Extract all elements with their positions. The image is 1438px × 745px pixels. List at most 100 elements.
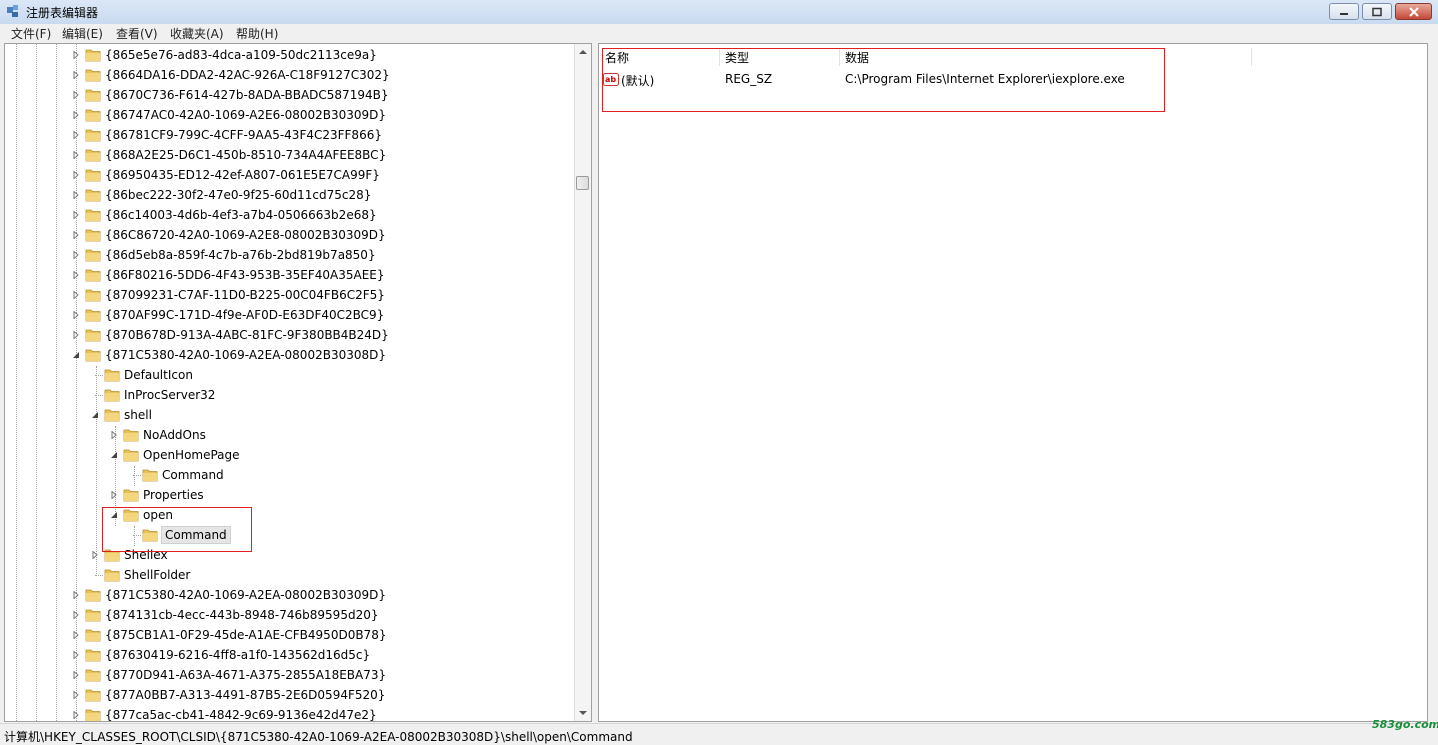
expand-arrow-icon[interactable] bbox=[72, 191, 80, 199]
menu-file[interactable]: 文件(F) bbox=[11, 25, 51, 42]
tree-node[interactable]: {87630419-6216-4ff8-a1f0-143562d16d5c} bbox=[5, 645, 575, 665]
collapse-arrow-icon[interactable] bbox=[91, 411, 99, 419]
tree-node[interactable]: {8664DA16-DDA2-42AC-926A-C18F9127C302} bbox=[5, 65, 575, 85]
tree-node[interactable]: {871C5380-42A0-1069-A2EA-08002B30309D} bbox=[5, 585, 575, 605]
tree-node-label[interactable]: {875CB1A1-0F29-45de-A1AE-CFB4950D0B78} bbox=[104, 628, 387, 642]
tree-node[interactable]: {874131cb-4ecc-443b-8948-746b89595d20} bbox=[5, 605, 575, 625]
collapse-arrow-icon[interactable] bbox=[110, 451, 118, 459]
tree-node-label[interactable]: {86C86720-42A0-1069-A2E8-08002B30309D} bbox=[104, 228, 387, 242]
tree-node-label[interactable]: {8670C736-F614-427b-8ADA-BBADC587194B} bbox=[104, 88, 389, 102]
tree-node[interactable]: shell bbox=[5, 405, 575, 425]
menu-edit[interactable]: 编辑(E) bbox=[62, 25, 103, 42]
tree-node[interactable]: Shellex bbox=[5, 545, 575, 565]
tree-node[interactable]: {86781CF9-799C-4CFF-9AA5-43F4C23FF866} bbox=[5, 125, 575, 145]
tree-node[interactable]: {868A2E25-D6C1-450b-8510-734A4AFEE8BC} bbox=[5, 145, 575, 165]
expand-arrow-icon[interactable] bbox=[110, 431, 118, 439]
expand-arrow-icon[interactable] bbox=[72, 611, 80, 619]
tree-node-label[interactable]: DefaultIcon bbox=[123, 368, 194, 382]
tree-scroll-thumb[interactable] bbox=[576, 176, 589, 190]
tree-node[interactable]: Command bbox=[5, 465, 575, 485]
column-header-name[interactable]: 名称 bbox=[605, 49, 629, 66]
tree-node-label[interactable]: OpenHomePage bbox=[142, 448, 241, 462]
tree-node[interactable]: {877ca5ac-cb41-4842-9c69-9136e42d47e2} bbox=[5, 705, 575, 721]
tree-node-label[interactable]: {8664DA16-DDA2-42AC-926A-C18F9127C302} bbox=[104, 68, 391, 82]
close-button[interactable] bbox=[1395, 3, 1432, 20]
expand-arrow-icon[interactable] bbox=[72, 51, 80, 59]
scroll-up-arrow-icon[interactable] bbox=[575, 44, 591, 60]
tree-node-label[interactable]: {86c14003-4d6b-4ef3-a7b4-0506663b2e68} bbox=[104, 208, 378, 222]
expand-arrow-icon[interactable] bbox=[72, 231, 80, 239]
expand-arrow-icon[interactable] bbox=[72, 171, 80, 179]
expand-arrow-icon[interactable] bbox=[72, 291, 80, 299]
expand-arrow-icon[interactable] bbox=[91, 551, 99, 559]
restore-button[interactable] bbox=[1362, 3, 1392, 20]
tree-node-label[interactable]: {86d5eb8a-859f-4c7b-a76b-2bd819b7a850} bbox=[104, 248, 377, 262]
expand-arrow-icon[interactable] bbox=[72, 91, 80, 99]
expand-arrow-icon[interactable] bbox=[72, 71, 80, 79]
expand-arrow-icon[interactable] bbox=[110, 491, 118, 499]
tree-node-label[interactable]: {877ca5ac-cb41-4842-9c69-9136e42d47e2} bbox=[104, 708, 378, 721]
expand-arrow-icon[interactable] bbox=[72, 651, 80, 659]
tree-node[interactable]: {86950435-ED12-42ef-A807-061E5E7CA99F} bbox=[5, 165, 575, 185]
column-header-type[interactable]: 类型 bbox=[725, 49, 749, 66]
tree-node[interactable]: open bbox=[5, 505, 575, 525]
tree-node[interactable]: InProcServer32 bbox=[5, 385, 575, 405]
tree-node[interactable]: {87099231-C7AF-11D0-B225-00C04FB6C2F5} bbox=[5, 285, 575, 305]
tree-node-label[interactable]: {86781CF9-799C-4CFF-9AA5-43F4C23FF866} bbox=[104, 128, 383, 142]
expand-arrow-icon[interactable] bbox=[72, 691, 80, 699]
values-list[interactable]: 名称 类型 数据 ab (默认) REG_SZ C:\Program Files… bbox=[598, 43, 1428, 722]
expand-arrow-icon[interactable] bbox=[72, 591, 80, 599]
tree-node[interactable]: Command bbox=[5, 525, 575, 545]
menu-view[interactable]: 查看(V) bbox=[116, 25, 158, 42]
tree-node[interactable]: {870AF99C-171D-4f9e-AF0D-E63DF40C2BC9} bbox=[5, 305, 575, 325]
tree-node-label[interactable]: {865e5e76-ad83-4dca-a109-50dc2113ce9a} bbox=[104, 48, 378, 62]
expand-arrow-icon[interactable] bbox=[72, 711, 80, 719]
tree-node-label[interactable]: ShellFolder bbox=[123, 568, 191, 582]
tree-node-label[interactable]: {86bec222-30f2-47e0-9f25-60d11cd75c28} bbox=[104, 188, 372, 202]
tree-node[interactable]: OpenHomePage bbox=[5, 445, 575, 465]
tree-node-label[interactable]: {874131cb-4ecc-443b-8948-746b89595d20} bbox=[104, 608, 379, 622]
tree-node-label[interactable]: {870B678D-913A-4ABC-81FC-9F380BB4B24D} bbox=[104, 328, 390, 342]
tree-node[interactable]: {865e5e76-ad83-4dca-a109-50dc2113ce9a} bbox=[5, 45, 575, 65]
scroll-down-arrow-icon[interactable] bbox=[575, 705, 591, 721]
tree-node[interactable]: {86F80216-5DD6-4F43-953B-35EF40A35AEE} bbox=[5, 265, 575, 285]
column-divider[interactable] bbox=[1251, 48, 1252, 66]
tree-node[interactable]: {86bec222-30f2-47e0-9f25-60d11cd75c28} bbox=[5, 185, 575, 205]
menu-favorites[interactable]: 收藏夹(A) bbox=[170, 25, 224, 42]
expand-arrow-icon[interactable] bbox=[72, 311, 80, 319]
expand-arrow-icon[interactable] bbox=[72, 111, 80, 119]
tree-node[interactable]: NoAddOns bbox=[5, 425, 575, 445]
column-divider[interactable] bbox=[839, 48, 840, 66]
tree-node-label[interactable]: {87630419-6216-4ff8-a1f0-143562d16d5c} bbox=[104, 648, 371, 662]
tree-node-label[interactable]: shell bbox=[123, 408, 153, 422]
tree-node[interactable]: DefaultIcon bbox=[5, 365, 575, 385]
tree-node-label[interactable]: {868A2E25-D6C1-450b-8510-734A4AFEE8BC} bbox=[104, 148, 387, 162]
tree-node-label[interactable]: {870AF99C-171D-4f9e-AF0D-E63DF40C2BC9} bbox=[104, 308, 385, 322]
expand-arrow-icon[interactable] bbox=[72, 251, 80, 259]
tree-node-label[interactable]: open bbox=[142, 508, 174, 522]
tree-node[interactable]: {86c14003-4d6b-4ef3-a7b4-0506663b2e68} bbox=[5, 205, 575, 225]
tree-node-label[interactable]: Shellex bbox=[123, 548, 169, 562]
tree-node-label[interactable]: {86747AC0-42A0-1069-A2E6-08002B30309D} bbox=[104, 108, 387, 122]
tree-node[interactable]: Properties bbox=[5, 485, 575, 505]
tree-node-label[interactable]: InProcServer32 bbox=[123, 388, 216, 402]
tree-node-label-selected[interactable]: Command bbox=[161, 526, 231, 544]
tree-node-label[interactable]: {877A0BB7-A313-4491-87B5-2E6D0594F520} bbox=[104, 688, 386, 702]
expand-arrow-icon[interactable] bbox=[72, 211, 80, 219]
tree-node[interactable]: {86747AC0-42A0-1069-A2E6-08002B30309D} bbox=[5, 105, 575, 125]
tree-node[interactable]: {877A0BB7-A313-4491-87B5-2E6D0594F520} bbox=[5, 685, 575, 705]
collapse-arrow-icon[interactable] bbox=[72, 351, 80, 359]
tree-node-label[interactable]: Properties bbox=[142, 488, 205, 502]
tree-node[interactable]: {86d5eb8a-859f-4c7b-a76b-2bd819b7a850} bbox=[5, 245, 575, 265]
registry-tree[interactable]: {865e5e76-ad83-4dca-a109-50dc2113ce9a} {8… bbox=[4, 43, 592, 722]
tree-node-label[interactable]: {86950435-ED12-42ef-A807-061E5E7CA99F} bbox=[104, 168, 381, 182]
tree-node[interactable]: {8770D941-A63A-4671-A375-2855A18EBA73} bbox=[5, 665, 575, 685]
column-header-data[interactable]: 数据 bbox=[845, 49, 869, 66]
tree-node-label[interactable]: {87099231-C7AF-11D0-B225-00C04FB6C2F5} bbox=[104, 288, 386, 302]
tree-node[interactable]: {870B678D-913A-4ABC-81FC-9F380BB4B24D} bbox=[5, 325, 575, 345]
tree-node[interactable]: {871C5380-42A0-1069-A2EA-08002B30308D} bbox=[5, 345, 575, 365]
expand-arrow-icon[interactable] bbox=[72, 631, 80, 639]
tree-node[interactable]: {875CB1A1-0F29-45de-A1AE-CFB4950D0B78} bbox=[5, 625, 575, 645]
menu-help[interactable]: 帮助(H) bbox=[236, 25, 278, 42]
tree-node-label[interactable]: {871C5380-42A0-1069-A2EA-08002B30308D} bbox=[104, 348, 387, 362]
